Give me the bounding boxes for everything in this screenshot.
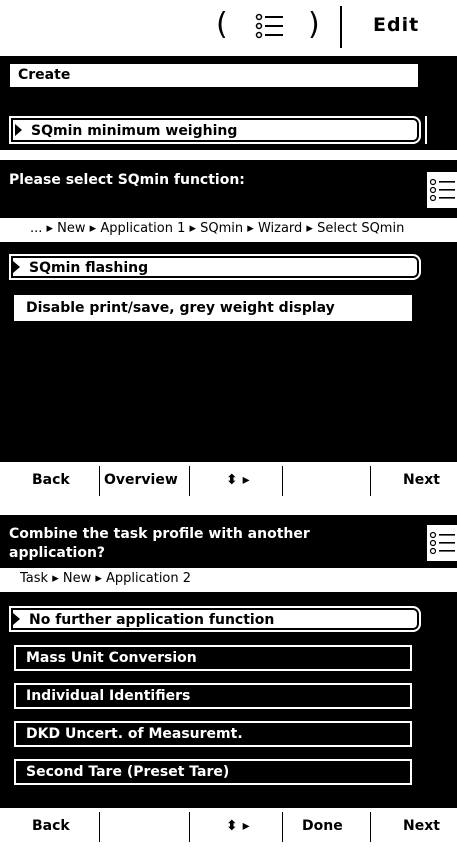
next-button[interactable]: Next: [403, 818, 440, 834]
softkey-divider: [370, 466, 371, 496]
list-item-label: Disable print/save, grey weight display: [26, 300, 335, 316]
divider: [425, 116, 427, 144]
list-item-label: Mass Unit Conversion: [26, 650, 197, 666]
softkey-divider: [189, 812, 190, 842]
sqmin-function-panel: Please select SQmin function: ... ▸ New …: [0, 160, 457, 502]
sqmin-selected-item[interactable]: SQmin minimum weighing: [9, 116, 421, 144]
selection-arrow-icon: [13, 613, 20, 625]
list-item-label: DKD Uncert. of Measuremt.: [26, 726, 243, 742]
softkey-divider: [282, 812, 283, 842]
navigate-arrows-button[interactable]: ⬍ ▸: [226, 818, 250, 834]
back-button[interactable]: Back: [32, 472, 70, 488]
application-combine-panel: Combine the task profile with another ap…: [0, 515, 457, 848]
done-button[interactable]: Done: [302, 818, 343, 834]
back-button[interactable]: Back: [32, 818, 70, 834]
softkey-divider: [99, 466, 100, 496]
list-item-no-further-function[interactable]: No further application function: [9, 606, 421, 632]
edit-toolbar: ( ) Edit: [0, 0, 457, 56]
create-field[interactable]: Create: [9, 63, 419, 88]
list-item-individual-identifiers[interactable]: Individual Identifiers: [14, 683, 412, 709]
list-item-second-tare[interactable]: Second Tare (Preset Tare): [14, 759, 412, 785]
list-item-label: Individual Identifiers: [26, 688, 191, 704]
close-paren: ): [308, 7, 320, 42]
softkey-divider: [189, 466, 190, 496]
softkey-divider: [282, 466, 283, 496]
list-item-sqmin-flashing[interactable]: SQmin flashing: [9, 254, 421, 280]
panel-header: Please select SQmin function:: [0, 160, 457, 218]
list-item-label: No further application function: [29, 612, 275, 628]
overview-button[interactable]: Overview: [104, 472, 178, 488]
list-item-dkd-uncertainty[interactable]: DKD Uncert. of Measuremt.: [14, 721, 412, 747]
softkey-divider: [370, 812, 371, 842]
edit-button[interactable]: Edit: [373, 14, 419, 36]
sqmin-selected-label: SQmin minimum weighing: [31, 123, 238, 139]
page-title: Combine the task profile with another ap…: [9, 526, 310, 561]
menu-list-icon[interactable]: [427, 172, 457, 208]
softkey-bar: Back ⬍ ▸ Done Next: [0, 808, 457, 848]
menu-list-icon[interactable]: [427, 525, 457, 561]
navigate-arrows-button[interactable]: ⬍ ▸: [226, 472, 250, 488]
selection-arrow-icon: [15, 124, 22, 136]
list-item-label: Second Tare (Preset Tare): [26, 764, 230, 780]
list-item-mass-unit-conversion[interactable]: Mass Unit Conversion: [14, 645, 412, 671]
page-title: Please select SQmin function:: [9, 172, 245, 188]
list-item-label: SQmin flashing: [29, 260, 149, 276]
next-button[interactable]: Next: [403, 472, 440, 488]
create-panel: Create SQmin minimum weighing: [0, 56, 457, 150]
softkey-divider: [99, 812, 100, 842]
list-item-disable-print[interactable]: Disable print/save, grey weight display: [14, 295, 412, 321]
breadcrumb: Task ▸ New ▸ Application 2: [0, 568, 457, 592]
open-paren: (: [216, 7, 228, 42]
softkey-bar: Back Overview ⬍ ▸ Next: [0, 462, 457, 502]
divider: [340, 6, 342, 48]
selection-arrow-icon: [13, 261, 20, 273]
list-icon[interactable]: [255, 12, 285, 40]
breadcrumb: ... ▸ New ▸ Application 1 ▸ SQmin ▸ Wiza…: [0, 218, 457, 242]
